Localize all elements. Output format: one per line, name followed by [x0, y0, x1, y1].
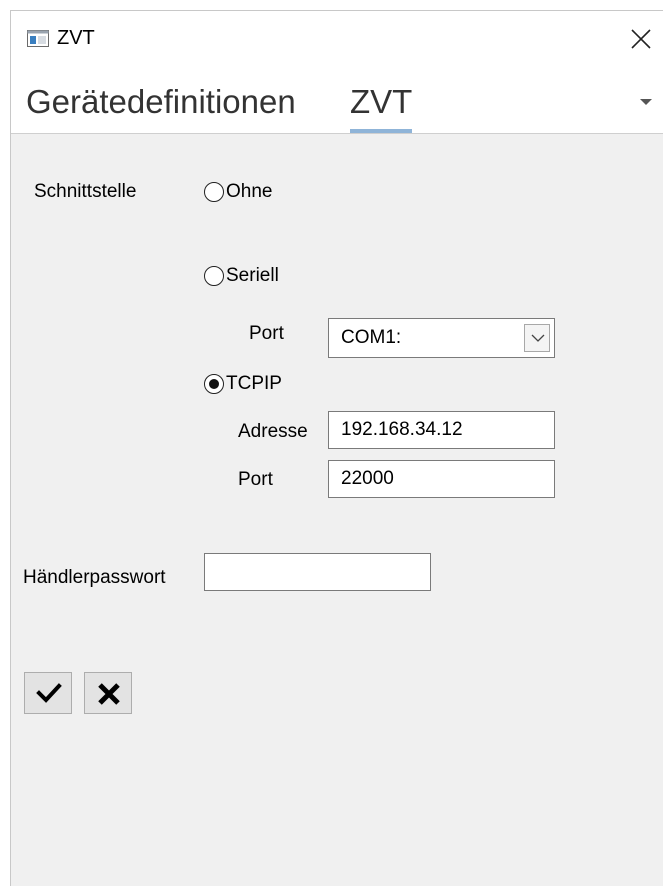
- close-button[interactable]: [621, 15, 663, 63]
- radio-none-label: Ohne: [226, 181, 273, 202]
- tcp-port-input[interactable]: [328, 460, 555, 498]
- confirm-button[interactable]: [24, 672, 72, 714]
- interface-label: Schnittstelle: [34, 181, 137, 202]
- device-definitions-heading: Gerätedefinitionen: [26, 83, 296, 120]
- dropdown-button[interactable]: [524, 324, 550, 352]
- radio-tcpip-dot: [208, 378, 219, 389]
- window-title: ZVT: [57, 27, 95, 49]
- tcp-port-label: Port: [238, 469, 273, 490]
- chevron-down-icon: [531, 334, 545, 342]
- zvt-window: ZVT Gerätedefinitionen ZVT Schnittstelle…: [10, 10, 663, 886]
- merchant-password-label: Händlerpasswort: [23, 567, 166, 588]
- merchant-password-input[interactable]: [204, 553, 431, 591]
- close-icon: [631, 29, 651, 49]
- radio-none-circle: [204, 182, 224, 202]
- radio-tcpip[interactable]: TCPIP: [204, 373, 282, 395]
- caret-down-icon[interactable]: [635, 93, 657, 111]
- title-bar: ZVT: [11, 11, 663, 69]
- radio-tcpip-circle: [204, 374, 224, 394]
- checkmark-icon: [36, 683, 62, 703]
- serial-port-label: Port: [249, 323, 284, 344]
- active-tab-indicator: [350, 129, 412, 133]
- tab-bar: Gerätedefinitionen ZVT: [11, 69, 663, 134]
- radio-tcpip-label: TCPIP: [226, 373, 282, 394]
- address-input[interactable]: [328, 411, 555, 449]
- address-label: Adresse: [238, 421, 308, 442]
- tab-zvt[interactable]: ZVT: [350, 83, 412, 121]
- window-app-icon: [27, 30, 49, 47]
- cancel-button[interactable]: [84, 672, 132, 714]
- x-icon: [98, 683, 120, 705]
- radio-serial-circle: [204, 266, 224, 286]
- radio-serial-label: Seriell: [226, 265, 279, 286]
- serial-port-value: COM1:: [341, 327, 402, 348]
- serial-port-select[interactable]: COM1:: [328, 318, 555, 358]
- radio-serial[interactable]: Seriell: [204, 265, 279, 287]
- radio-none[interactable]: Ohne: [204, 181, 272, 203]
